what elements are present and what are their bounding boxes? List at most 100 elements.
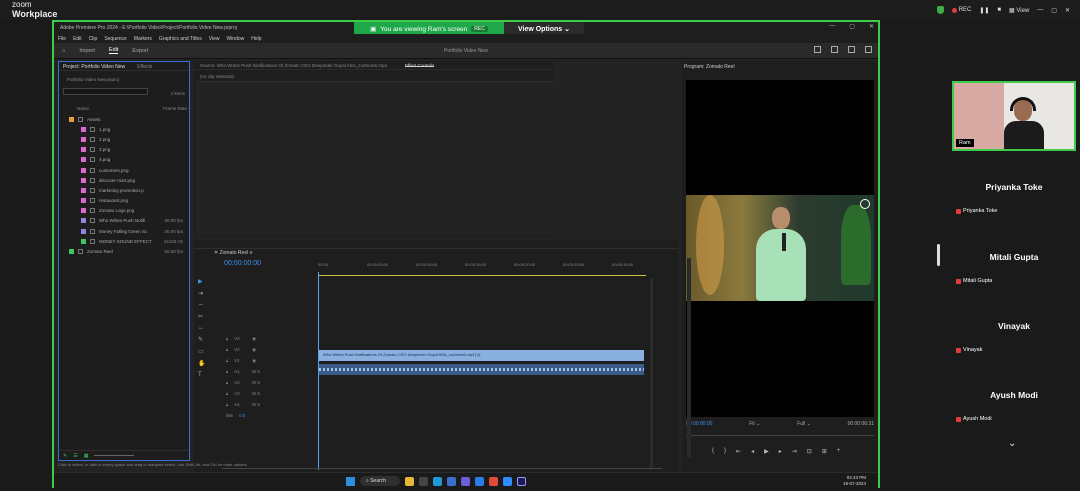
minimize-icon[interactable]: — [1037, 7, 1043, 13]
lock-icon[interactable]: 🔒︎ [226, 391, 228, 396]
participant-tile[interactable]: Ayush Modi Ayush Modi [952, 360, 1076, 428]
audio-track-header[interactable]: 🔒︎ A2 M S [222, 377, 318, 388]
col-name[interactable]: Name [77, 106, 89, 111]
workspaces-icon[interactable] [814, 46, 821, 53]
menu-sequence[interactable]: Sequence [104, 36, 127, 42]
work-area-bar[interactable] [318, 275, 646, 276]
export-frame-icon[interactable]: ⊞ [822, 448, 827, 455]
mute-solo-icon[interactable]: M S [252, 391, 260, 396]
tab-import[interactable]: Import [79, 48, 95, 54]
mix-value[interactable]: 0.0 [239, 413, 245, 418]
maximize-icon[interactable]: ▢ [849, 23, 855, 30]
project-item[interactable]: restaurant.png [63, 196, 189, 206]
panel-resize-handle[interactable] [937, 244, 940, 266]
close-icon[interactable]: ✕ [1065, 7, 1070, 14]
teams-icon[interactable] [461, 476, 470, 486]
menu-clip[interactable]: Clip [89, 36, 98, 42]
project-item[interactable]: 2.png [63, 134, 189, 144]
menu-view[interactable]: View [209, 36, 220, 42]
col-frame-rate[interactable]: Frame Rate [163, 106, 187, 111]
video-clip[interactable]: Who Writes Push Notifications Of Zomato … [319, 350, 644, 361]
close-icon[interactable]: ✕ [869, 23, 874, 30]
hand-tool-icon[interactable]: ✋ [198, 360, 208, 367]
step-back-icon[interactable]: ◂ [751, 448, 754, 455]
go-to-in-icon[interactable]: ⇤ [736, 448, 741, 455]
project-item[interactable]: discover-mart.png [63, 175, 189, 185]
resolution-select[interactable]: Full ⌄ [797, 421, 811, 427]
menu-window[interactable]: Window [226, 36, 244, 42]
lock-icon[interactable]: 🔒︎ [226, 347, 228, 352]
type-tool-icon[interactable]: T [198, 372, 208, 378]
tab-sequence[interactable]: ✕ Zomato Reel ≡ [214, 250, 253, 256]
project-item[interactable]: customers.png [63, 165, 189, 175]
step-forward-icon[interactable]: ▸ [779, 448, 782, 455]
lock-icon[interactable]: 🔒︎ [226, 380, 228, 385]
pen-tool-icon[interactable]: ✎ [198, 336, 208, 343]
tab-project[interactable]: Project: Portfolio Video New [63, 64, 125, 70]
timeline-vertical-scrollbar[interactable] [650, 278, 653, 468]
tab-effect-controls[interactable]: Effect Controls [405, 63, 435, 68]
menu-markers[interactable]: Markers [134, 36, 152, 42]
list-view-icon[interactable]: ☰ [73, 453, 77, 459]
maximize-icon[interactable]: ▢ [1051, 7, 1057, 14]
mute-solo-icon[interactable]: M S [252, 380, 260, 385]
program-title[interactable]: Program: Zomato Reel [682, 61, 878, 73]
project-item[interactable]: 3.png [63, 145, 189, 155]
home-icon[interactable]: ⌂ [62, 48, 65, 54]
minimize-icon[interactable]: — [829, 23, 835, 30]
zoom-icon[interactable] [503, 476, 512, 486]
search-icon[interactable] [419, 476, 428, 486]
play-icon[interactable]: ▶ [764, 448, 769, 455]
outlook-icon[interactable] [475, 476, 484, 486]
stop-icon[interactable]: ■ [997, 7, 1001, 13]
chevron-down-icon[interactable]: ⌄ [1008, 438, 1016, 449]
mix-track-header[interactable]: Mix 0.0 [222, 410, 318, 421]
eye-icon[interactable]: ◉ [252, 336, 256, 342]
share-icon[interactable] [848, 46, 855, 53]
ripple-edit-icon[interactable]: ⇔ [198, 302, 208, 308]
pencil-icon[interactable]: ✎ [63, 453, 67, 459]
lock-icon[interactable]: 🔒︎ [226, 358, 228, 363]
playhead[interactable] [318, 272, 319, 470]
project-item[interactable]: Zomato Reel 60.00 fps [63, 246, 189, 256]
mute-solo-icon[interactable]: M S [252, 402, 260, 407]
eye-icon[interactable]: ◉ [252, 358, 256, 364]
audio-track-header[interactable]: 🔒︎ A1 M S [222, 366, 318, 377]
lock-icon[interactable]: 🔒︎ [226, 402, 228, 407]
store-icon[interactable] [447, 476, 456, 486]
audio-clip[interactable] [319, 364, 644, 375]
rectangle-tool-icon[interactable]: ▭ [198, 348, 208, 355]
project-item[interactable]: Money Falling Green Sc 30.00 fps [63, 226, 189, 236]
recording-indicator[interactable]: REC [951, 7, 971, 13]
participant-tile[interactable]: Vinayak Vinayak [952, 291, 1076, 359]
tab-effects[interactable]: Effects [137, 64, 152, 70]
pause-icon[interactable]: ❚❚ [979, 7, 989, 14]
menu-file[interactable]: File [58, 36, 66, 42]
edge-icon[interactable] [433, 476, 442, 486]
program-scrubber[interactable] [686, 435, 874, 439]
quick-export-icon[interactable] [831, 46, 838, 53]
track-select-icon[interactable]: ⇥ [198, 290, 208, 297]
project-item[interactable]: Zomato Logo.png [63, 206, 189, 216]
audio-track-header[interactable]: 🔒︎ A3 M S [222, 388, 318, 399]
go-to-out-icon[interactable]: ⇥ [792, 448, 797, 455]
file-explorer-icon[interactable] [405, 476, 414, 486]
premiere-icon[interactable] [517, 476, 526, 486]
participant-tile[interactable]: Priyanka Toke Priyanka Toke [952, 152, 1076, 220]
chrome-icon[interactable] [489, 476, 498, 486]
lock-icon[interactable]: 🔒︎ [226, 336, 228, 341]
video-track-header[interactable]: 🔒︎ V2 ◉ [222, 344, 318, 355]
fullscreen-icon[interactable] [865, 46, 872, 53]
tab-export[interactable]: Export [132, 48, 148, 54]
slip-tool-icon[interactable]: ↔ [198, 325, 208, 331]
project-item[interactable]: MONEY SOUND EFFECT 44100 Hz [63, 236, 189, 246]
add-button-icon[interactable]: + [837, 448, 841, 455]
project-item[interactable]: 4.png [63, 155, 189, 165]
project-search-input[interactable] [63, 88, 148, 95]
participant-tile[interactable]: Mitali Gupta Mitali Gupta [952, 222, 1076, 290]
eye-icon[interactable]: ◉ [252, 347, 256, 353]
zoom-slider[interactable] [94, 455, 135, 456]
selection-tool-icon[interactable]: ▶ [198, 278, 208, 285]
icon-view-icon[interactable]: ▦ [84, 453, 89, 459]
audio-track-header[interactable]: 🔒︎ A4 M S [222, 399, 318, 410]
